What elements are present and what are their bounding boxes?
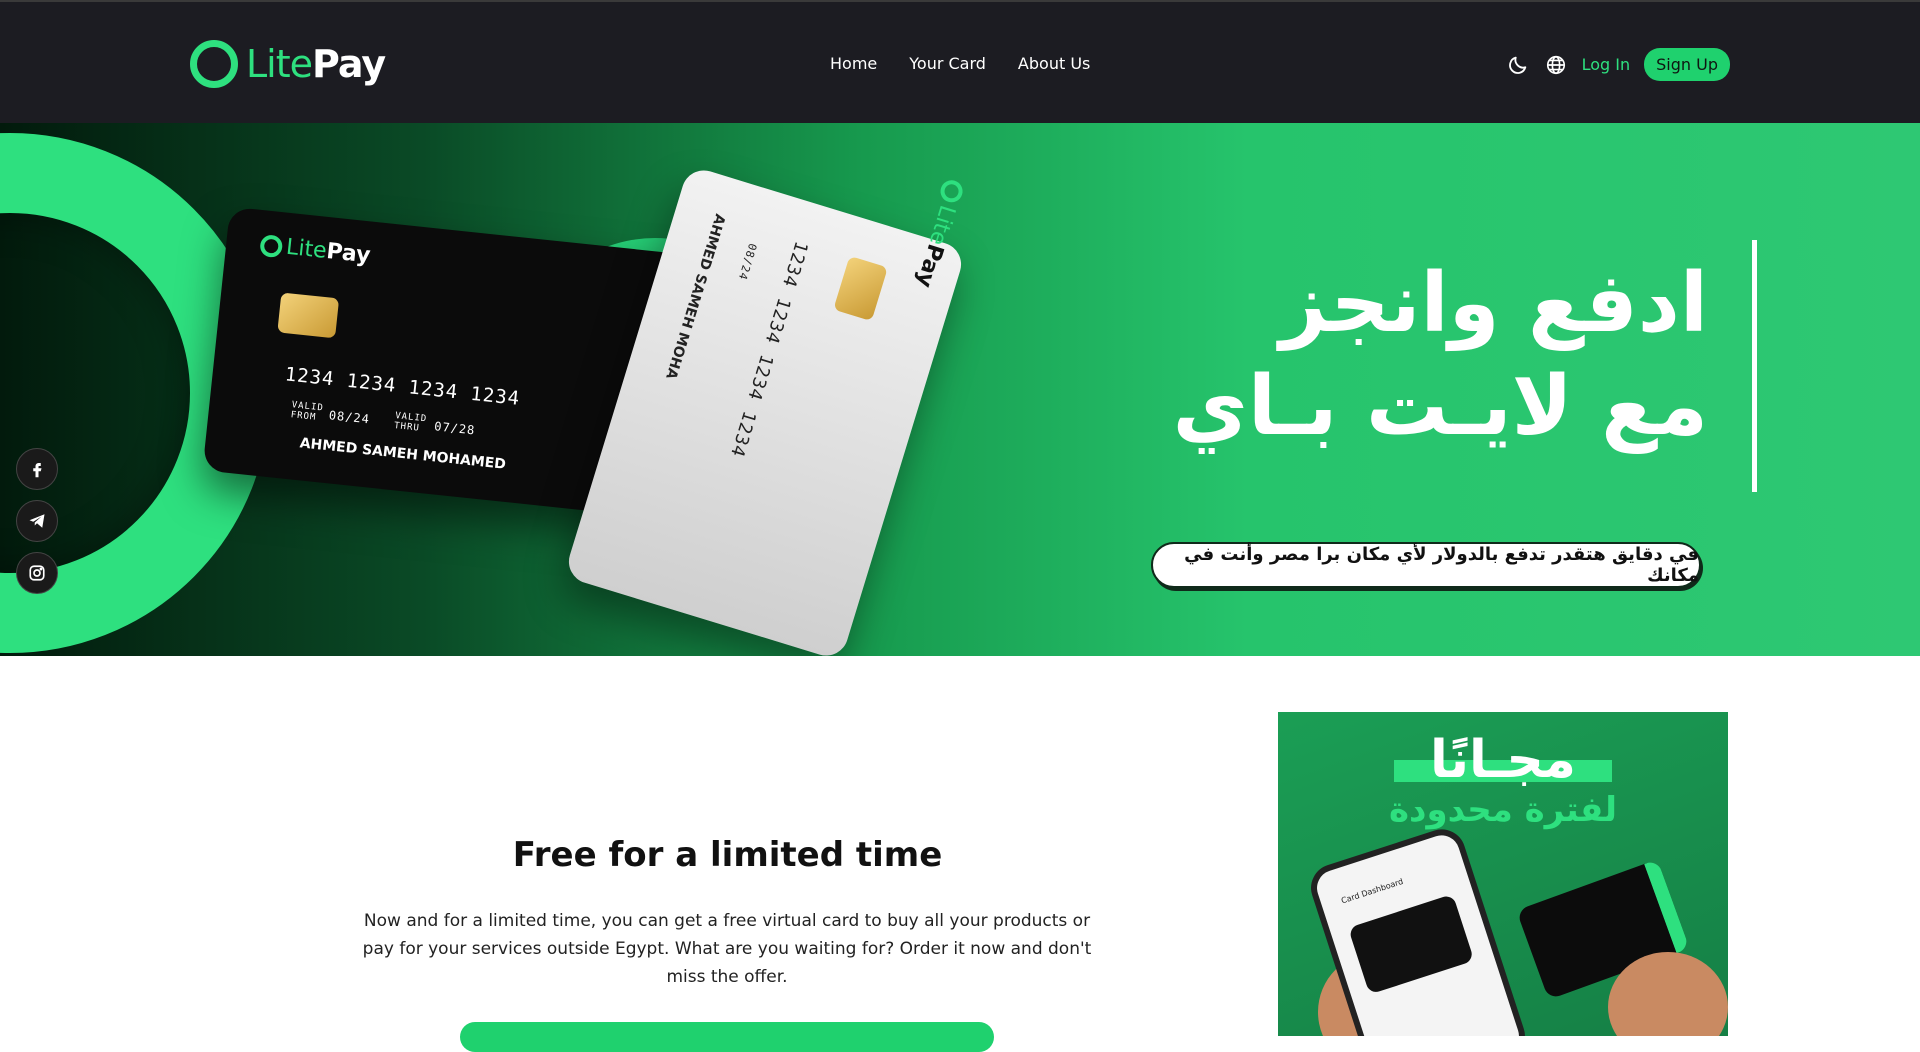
phone-screen-title: Card Dashboard bbox=[1340, 876, 1405, 906]
card-logo-lite: Lite bbox=[284, 234, 328, 264]
card-logo-ring-icon bbox=[259, 233, 284, 258]
login-link[interactable]: Log In bbox=[1582, 55, 1631, 74]
instagram-icon[interactable] bbox=[16, 552, 58, 594]
card-holder-name: AHMED SAMEH MOHAMED bbox=[298, 435, 507, 473]
logo-pay-text: Pay bbox=[312, 42, 386, 86]
logo-text: LitePay bbox=[246, 42, 386, 86]
hero-subtitle: في دقايق هتقدر تدفع بالدولار لأي مكان بر… bbox=[1151, 542, 1701, 588]
promo-image: مجـانًا لفترة محدودة Card Dashboard bbox=[1278, 712, 1728, 1036]
card-number: 1234 1234 1234 1234 bbox=[725, 238, 812, 460]
social-links bbox=[16, 448, 58, 594]
card-logo-lite: Lite bbox=[924, 202, 961, 249]
telegram-icon[interactable] bbox=[16, 500, 58, 542]
white-card-image: Lite Pay 1234 1234 1234 1234 08/24 AHMED … bbox=[563, 165, 967, 656]
card-logo-pay: Pay bbox=[911, 240, 949, 291]
main-nav: Home Your Card About Us bbox=[830, 54, 1090, 73]
promo-subtitle: لفترة محدودة bbox=[1388, 790, 1618, 830]
card-logo: Lite Pay bbox=[259, 232, 372, 268]
logo[interactable]: LitePay bbox=[190, 40, 386, 88]
logo-lite-text: Lite bbox=[246, 42, 313, 86]
hero-title: ادفع وانجز مع لايـت بـاي bbox=[1108, 253, 1708, 458]
card-chip-icon bbox=[277, 292, 340, 339]
card-valid-from: 08/24 bbox=[328, 408, 371, 427]
hero-title-line-2: مع لايـت بـاي bbox=[1172, 358, 1708, 454]
logo-ring-icon bbox=[190, 40, 238, 88]
globe-icon[interactable] bbox=[1544, 53, 1568, 77]
nav-home-link[interactable]: Home bbox=[830, 54, 877, 73]
offer-description: Now and for a limited time, you can get … bbox=[362, 911, 1092, 987]
card-logo: Lite Pay bbox=[911, 177, 967, 290]
card-logo-ring-icon bbox=[938, 177, 967, 206]
nav-actions: Log In Sign Up bbox=[1506, 48, 1730, 81]
card-valid-thru-label: VALID THRU bbox=[393, 411, 428, 434]
hero-title-line-1: ادفع وانجز bbox=[1279, 256, 1708, 351]
card-logo-pay: Pay bbox=[325, 239, 372, 269]
promo-title: مجـانًا bbox=[1429, 730, 1577, 790]
signup-button[interactable]: Sign Up bbox=[1644, 48, 1730, 81]
card-chip-icon bbox=[833, 255, 888, 322]
hero-divider bbox=[1752, 240, 1757, 492]
nav-your-card-link[interactable]: Your Card bbox=[909, 54, 986, 73]
phone-card-image bbox=[1348, 893, 1475, 995]
offer-heading: Free for a limited time bbox=[512, 835, 943, 875]
navbar: LitePay Home Your Card About Us Log In S… bbox=[0, 0, 1920, 123]
nav-about-us-link[interactable]: About Us bbox=[1018, 54, 1090, 73]
facebook-icon[interactable] bbox=[16, 448, 58, 490]
card-valid-thru: 07/28 bbox=[433, 419, 476, 438]
moon-icon[interactable] bbox=[1506, 53, 1530, 77]
offer-cta-button[interactable] bbox=[460, 1022, 994, 1052]
card-valid-from-label: VALID FROM bbox=[290, 400, 325, 423]
